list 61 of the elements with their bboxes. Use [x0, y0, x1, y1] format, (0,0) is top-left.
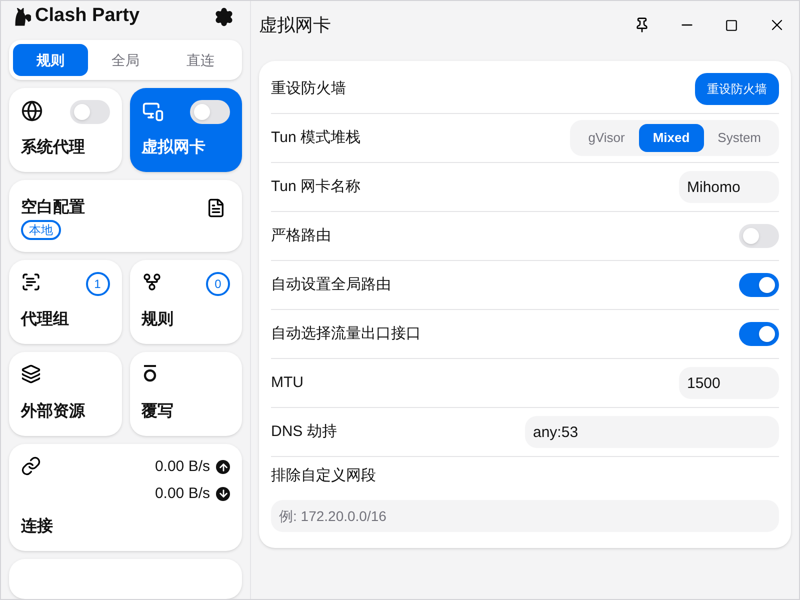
app-title: Clash Party: [35, 4, 140, 28]
nav-tile[interactable]: 覆写: [130, 352, 242, 436]
count-badge: 1: [86, 272, 110, 296]
setting-label: 自动设置全局路由: [271, 274, 391, 295]
profile-badge: 本地: [21, 220, 61, 240]
toggle-tile[interactable]: 系统代理: [9, 88, 122, 172]
setting-label: 重设防火墙: [271, 78, 346, 99]
setting-label: Tun 模式堆栈: [271, 128, 360, 148]
link-icon: [21, 456, 41, 476]
monitor-icon: [142, 100, 164, 122]
setting-label: 严格路由: [271, 226, 331, 246]
document-icon: [206, 198, 226, 218]
tile-label: 连接: [21, 516, 54, 537]
circle-bar-icon: [142, 364, 158, 382]
toggle-switch[interactable]: [739, 273, 779, 297]
toggle-switch[interactable]: [739, 322, 779, 346]
layers-icon: [21, 364, 41, 384]
fork-icon: [142, 272, 162, 292]
tile-label: 虚拟网卡: [142, 137, 206, 158]
nav-tile[interactable]: 1 代理组: [9, 260, 122, 344]
upload-icon: [216, 460, 230, 474]
profile-title: 空白配置: [21, 197, 85, 218]
download-icon: [216, 486, 230, 501]
text-field[interactable]: any:53: [525, 416, 779, 448]
upload-speed: 0.00 B/s: [154, 457, 210, 477]
toggle-tile[interactable]: 虚拟网卡: [130, 88, 242, 172]
nav-tile[interactable]: 外部资源: [9, 352, 122, 436]
toggle-switch[interactable]: [70, 100, 110, 124]
setting-label: DNS 劫持: [271, 422, 337, 442]
setting-label: Tun 网卡名称: [271, 176, 360, 197]
window-title: 虚拟网卡: [259, 14, 331, 36]
stack-option[interactable]: gVisor: [574, 124, 639, 152]
toggle-switch[interactable]: [190, 100, 230, 124]
setting-label: MTU: [271, 372, 304, 393]
text-field[interactable]: 1500: [679, 367, 779, 399]
text-field[interactable]: 例: 172.20.0.0/16: [271, 500, 779, 532]
count-badge: 0: [206, 272, 230, 296]
connections-card[interactable]: 0.00 B/s 0.00 B/s 连接: [9, 444, 242, 551]
tile-label: 代理组: [21, 310, 70, 330]
tile-label: 规则: [142, 310, 174, 330]
stack-option[interactable]: Mixed: [638, 124, 704, 152]
mode-tab[interactable]: 全局: [88, 44, 163, 76]
text-field[interactable]: Mihomo: [679, 171, 779, 203]
setting-label: 排除自定义网段: [271, 466, 377, 486]
tile-label: 覆写: [142, 402, 174, 422]
pin-icon[interactable]: [634, 17, 650, 33]
profile-card[interactable]: 空白配置 本地: [9, 180, 242, 252]
toggle-switch[interactable]: [739, 224, 779, 248]
mode-tab[interactable]: 规则: [13, 44, 88, 76]
scan-icon: [21, 272, 41, 292]
download-speed: 0.00 B/s: [154, 484, 210, 504]
nav-tile[interactable]: 0 规则: [130, 260, 242, 344]
reset-firewall-button[interactable]: 重设防火墙: [695, 73, 779, 105]
mode-tab[interactable]: 直连: [163, 44, 238, 76]
globe-icon: [21, 100, 43, 122]
stack-option[interactable]: System: [704, 124, 775, 152]
settings-icon[interactable]: [214, 6, 234, 26]
maximize-icon[interactable]: [725, 18, 738, 32]
setting-label: 自动选择流量出口接口: [271, 324, 421, 344]
tile-label: 外部资源: [21, 401, 86, 422]
tile-label: 系统代理: [21, 137, 86, 158]
